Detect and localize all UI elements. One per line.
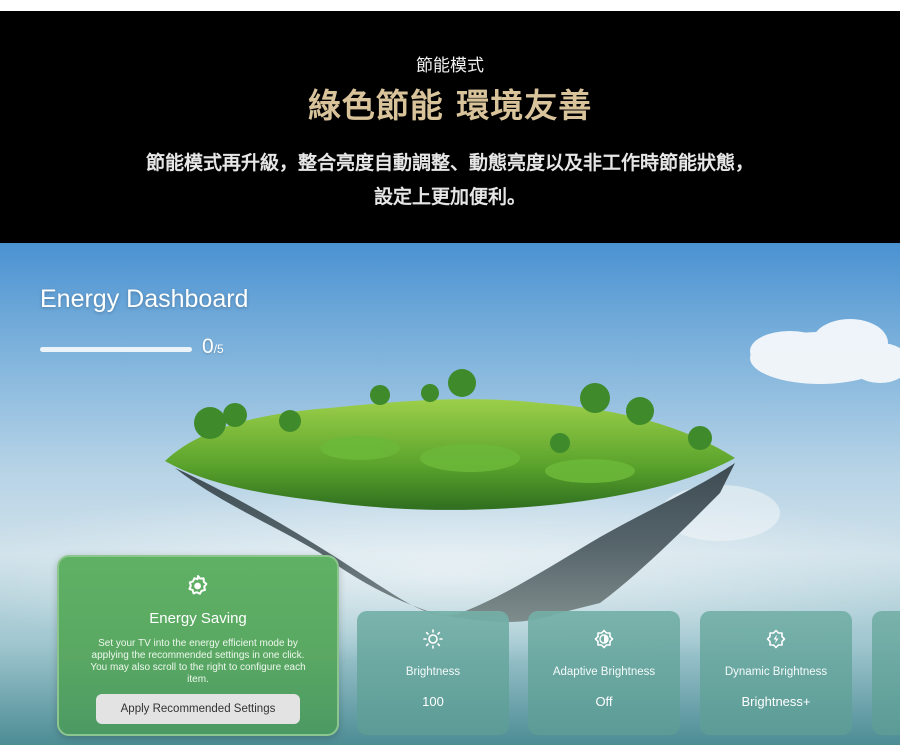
setting-value: 100: [422, 694, 444, 709]
energy-saving-description: Set your TV into the energy efficient mo…: [90, 638, 306, 685]
apply-recommended-settings-button[interactable]: Apply Recommended Settings: [96, 694, 300, 724]
progress-bar: [40, 347, 192, 352]
setting-value: Brightness+: [741, 694, 811, 709]
progress-total: 5: [217, 342, 224, 356]
energy-saving-title: Energy Saving: [149, 610, 247, 627]
setting-card-brightness[interactable]: Brightness 100: [357, 611, 509, 735]
promo-kicker: 節能模式: [416, 56, 484, 76]
promo-body-line: 設定上更加便利。: [373, 186, 526, 208]
promo-banner: 節能模式 綠色節能 環境友善 節能模式再升級，整合亮度自動調整、動態亮度以及非工…: [0, 11, 900, 243]
setting-card-adaptive-brightness[interactable]: Adaptive Brightness Off: [528, 611, 680, 735]
setting-label: Adaptive Brightness: [552, 666, 656, 678]
adaptive-brightness-icon: [594, 629, 614, 649]
promo-body: 節能模式再升級，整合亮度自動調整、動態亮度以及非工作時節能狀態， 設定上更加便利…: [60, 146, 840, 214]
promo-headline: 綠色節能 環境友善: [307, 86, 593, 125]
energy-saving-gear-icon: [188, 575, 208, 595]
setting-value: Off: [595, 694, 613, 709]
progress-count: 0/5: [202, 335, 224, 359]
tv-screen: Energy Dashboard 0/5 Energy Saving Set y…: [0, 243, 900, 745]
setting-label: Brightness: [405, 666, 461, 678]
setting-label: Dynamic Brightness: [724, 666, 828, 678]
sun-icon: [423, 629, 443, 649]
progress-done: 0: [202, 335, 214, 358]
promo-body-line: 節能模式再升級，整合亮度自動調整、動態亮度以及非工作時節能狀態，: [145, 152, 754, 174]
energy-saving-card[interactable]: Energy Saving Set your TV into the energ…: [57, 555, 339, 736]
dynamic-brightness-icon: [766, 629, 786, 649]
dashboard-title: Energy Dashboard: [40, 285, 249, 313]
setting-card-next[interactable]: [872, 611, 900, 735]
setting-card-dynamic-brightness[interactable]: Dynamic Brightness Brightness+: [700, 611, 852, 735]
